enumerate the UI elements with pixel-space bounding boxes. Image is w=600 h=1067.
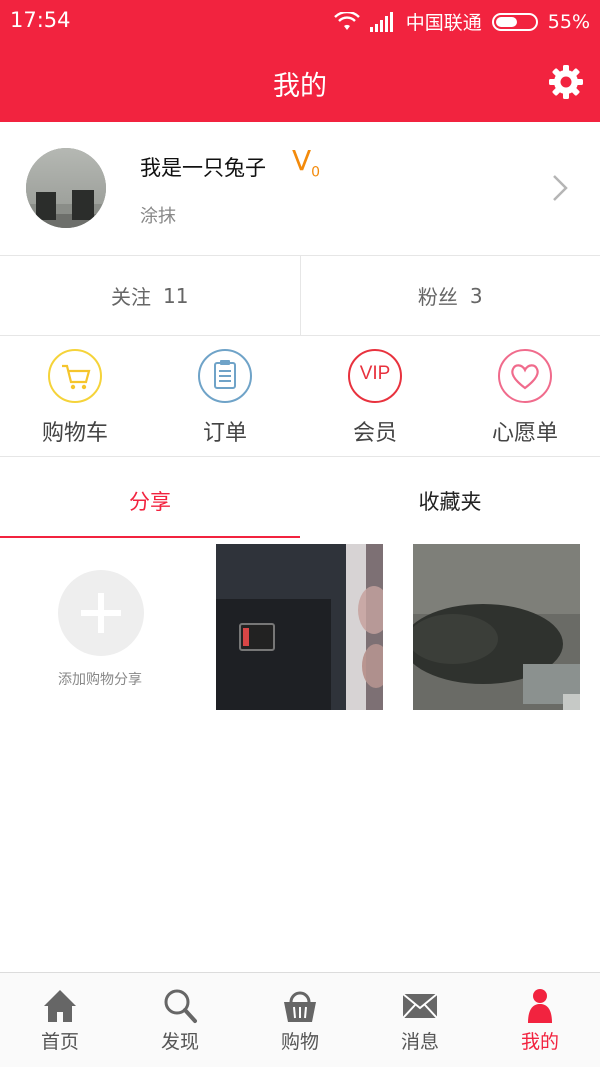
nav-home[interactable]: 首页 xyxy=(0,973,120,1067)
nav-label: 我的 xyxy=(520,1031,559,1053)
share-photo[interactable] xyxy=(216,544,383,710)
follow-stats: 关注 11 粉丝 3 xyxy=(0,256,600,336)
tab-share[interactable]: 分享 xyxy=(0,458,300,538)
nav-label: 发现 xyxy=(160,1031,199,1053)
content-tabs: 分享 收藏夹 xyxy=(0,458,600,538)
avatar[interactable] xyxy=(26,148,106,228)
status-bar: 17:54 中国联通 55% xyxy=(0,0,600,42)
status-indicators: 中国联通 55% xyxy=(333,8,590,35)
chevron-right-icon xyxy=(553,175,568,201)
search-icon xyxy=(164,989,197,1023)
order-list-icon xyxy=(198,349,252,403)
battery-icon xyxy=(491,12,538,31)
gear-icon[interactable] xyxy=(548,64,584,100)
share-grid: 添加购物分享 xyxy=(0,544,600,714)
nickname: 我是一只兔子 xyxy=(140,156,266,180)
quick-link-label: 心愿单 xyxy=(491,421,558,446)
quick-link-cart[interactable]: 购物车 xyxy=(0,337,150,456)
nav-discover[interactable]: 发现 xyxy=(120,973,240,1067)
nav-shopping[interactable]: 购物 xyxy=(240,973,360,1067)
basket-icon xyxy=(284,991,316,1022)
mail-icon xyxy=(402,993,438,1019)
user-signature: 涂抹 xyxy=(140,206,176,227)
add-share-label: 添加购物分享 xyxy=(58,672,142,688)
heart-icon xyxy=(498,349,552,403)
cart-icon xyxy=(48,349,102,403)
profile-card[interactable]: 我是一只兔子 V0 涂抹 xyxy=(0,122,600,256)
quick-link-label: 订单 xyxy=(202,421,247,446)
vip-icon: VIP xyxy=(348,349,402,403)
plus-icon xyxy=(58,570,144,656)
page-title: 我的 xyxy=(273,71,327,102)
following-number: 11 xyxy=(163,283,189,308)
nav-label: 购物 xyxy=(280,1031,319,1053)
quick-link-label: 会员 xyxy=(352,421,397,446)
quick-link-vip[interactable]: VIP 会员 xyxy=(300,337,450,456)
tab-favorites[interactable]: 收藏夹 xyxy=(300,458,600,538)
home-icon xyxy=(44,990,76,1022)
vip-text: VIP xyxy=(359,363,391,384)
share-photo[interactable] xyxy=(413,544,580,710)
carrier-name: 中国联通 xyxy=(405,12,482,34)
nav-label: 首页 xyxy=(40,1031,79,1053)
quick-link-label: 购物车 xyxy=(41,421,108,446)
followers-label: 粉丝 xyxy=(417,285,458,309)
status-time: 17:54 xyxy=(10,8,71,32)
app-header: 我的 xyxy=(0,42,600,122)
battery-percent: 55% xyxy=(547,10,590,33)
following-label: 关注 xyxy=(111,285,152,309)
following-count[interactable]: 关注 11 xyxy=(0,256,300,335)
battery-fill xyxy=(495,16,517,27)
quick-link-wishlist[interactable]: 心愿单 xyxy=(450,337,600,456)
bottom-nav: 首页 发现 购物 消息 我的 xyxy=(0,972,600,1067)
user-icon xyxy=(528,989,552,1023)
nav-label: 消息 xyxy=(400,1031,439,1053)
nav-messages[interactable]: 消息 xyxy=(360,973,480,1067)
wifi-icon xyxy=(333,11,360,30)
quick-link-orders[interactable]: 订单 xyxy=(150,337,300,456)
nav-mine[interactable]: 我的 xyxy=(480,973,600,1067)
quick-links: 购物车 订单 VIP 会员 心愿单 xyxy=(0,337,600,457)
followers-count[interactable]: 粉丝 3 xyxy=(299,256,600,335)
followers-number: 3 xyxy=(469,283,483,308)
add-share-button[interactable]: 添加购物分享 xyxy=(0,544,200,710)
signal-icon xyxy=(369,11,393,32)
user-level-badge: V0 xyxy=(292,144,321,181)
